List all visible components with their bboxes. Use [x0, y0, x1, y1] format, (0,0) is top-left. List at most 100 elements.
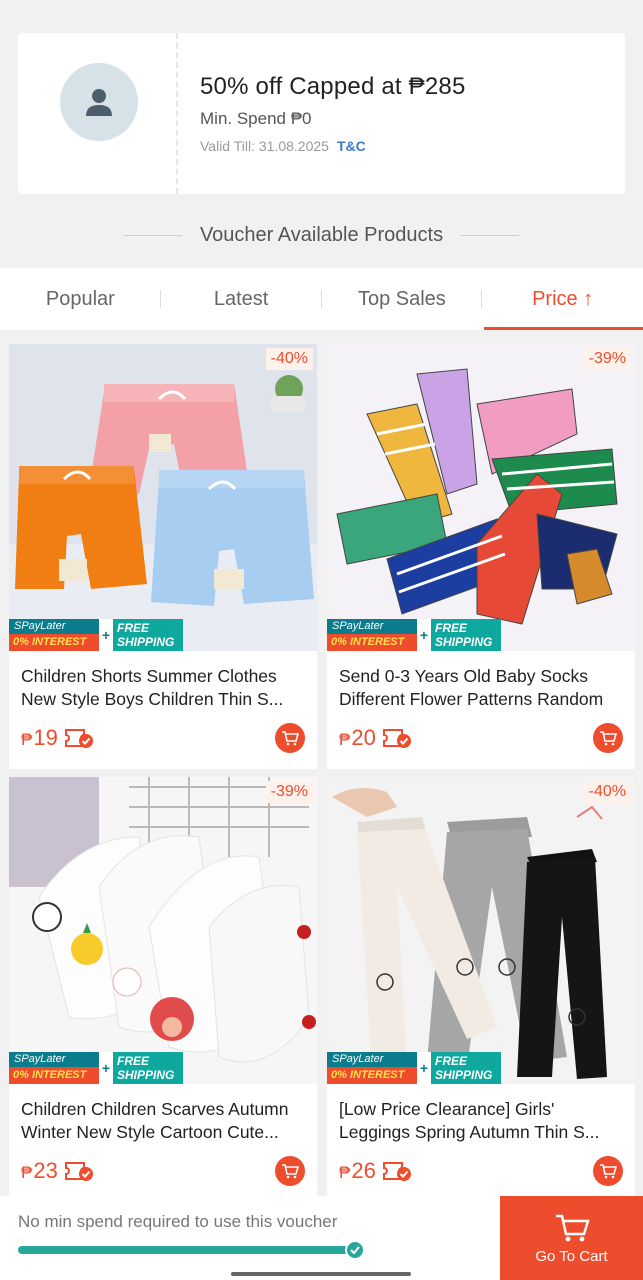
- plus-icon: +: [417, 1052, 431, 1084]
- free-label: FREE: [117, 621, 150, 635]
- divider: [123, 235, 182, 236]
- product-card[interactable]: -39% SPayLater 0% INTEREST + FREE SHIPPING…: [327, 344, 635, 769]
- voucher-icon: [64, 1160, 94, 1182]
- price-value: 19: [33, 725, 58, 750]
- discount-badge: -40%: [265, 348, 313, 370]
- discount-badge: -39%: [265, 781, 313, 803]
- product-name: Children Shorts Summer Clothes New Style…: [9, 651, 317, 715]
- home-indicator[interactable]: [231, 1272, 411, 1276]
- go-to-cart-label: Go To Cart: [535, 1247, 608, 1265]
- product-price: ₱26: [339, 1158, 376, 1184]
- product-card[interactable]: -40% SPayLater 0% INTEREST + FREE SHIPPING…: [9, 344, 317, 769]
- price-value: 23: [33, 1158, 58, 1183]
- spaylater-label: SPayLater: [9, 1052, 99, 1067]
- spaylater-label: SPayLater: [327, 619, 417, 634]
- discount-badge: -40%: [583, 781, 631, 803]
- add-to-cart-button[interactable]: [593, 723, 623, 753]
- cart-icon: [282, 731, 299, 746]
- product-card[interactable]: -40% SPayLater 0% INTEREST + FREE SHIPPING…: [327, 777, 635, 1202]
- section-heading: Voucher Available Products: [0, 224, 643, 247]
- cart-icon: [555, 1214, 590, 1241]
- free-label: FREE: [117, 1054, 150, 1068]
- currency-symbol: ₱: [21, 730, 33, 749]
- cart-icon: [600, 1164, 617, 1179]
- product-image: -40% SPayLater 0% INTEREST + FREE SHIPPING: [9, 344, 317, 651]
- voucher-validity: Valid Till: 31.08.2025 T&C: [200, 138, 466, 154]
- product-name-line: [Low Price Clearance] Girls': [339, 1099, 555, 1119]
- tnc-link[interactable]: T&C: [337, 138, 366, 154]
- plus-icon: +: [99, 619, 113, 651]
- tab-label: Popular: [45, 287, 115, 310]
- voucher-progress-bar: [18, 1246, 358, 1254]
- tab-top-sales[interactable]: Top Sales: [322, 268, 483, 330]
- spaylater-label: SPayLater: [327, 1052, 417, 1067]
- product-image: -39% SPayLater 0% INTEREST + FREE SHIPPING: [9, 777, 317, 1084]
- interest-label: 0% INTEREST: [327, 634, 417, 651]
- check-icon: [345, 1240, 365, 1260]
- plus-icon: +: [417, 619, 431, 651]
- promo-badges: SPayLater 0% INTEREST + FREE SHIPPING: [327, 619, 501, 651]
- product-name-line: Children Shorts Summer Clothes: [21, 666, 277, 686]
- product-price: ₱20: [339, 725, 376, 751]
- voucher-icon: [382, 727, 412, 749]
- free-label: FREE: [435, 1054, 468, 1068]
- product-name: Send 0-3 Years Old Baby Socks Different …: [327, 651, 635, 715]
- voucher-logo-area: [18, 33, 178, 194]
- product-price: ₱23: [21, 1158, 58, 1184]
- tab-latest[interactable]: Latest: [161, 268, 322, 330]
- plus-icon: +: [99, 1052, 113, 1084]
- tab-label: Top Sales: [357, 287, 446, 310]
- discount-badge: -39%: [583, 348, 631, 370]
- voucher-card: 50% off Capped at ₱285 Min. Spend ₱0 Val…: [18, 33, 625, 194]
- price-value: 20: [351, 725, 376, 750]
- voucher-progress-message: No min spend required to use this vouche…: [18, 1212, 338, 1231]
- tab-label: Price ↑: [532, 287, 594, 310]
- product-image: -39% SPayLater 0% INTEREST + FREE SHIPPING: [327, 344, 635, 651]
- currency-symbol: ₱: [339, 730, 351, 749]
- add-to-cart-button[interactable]: [275, 723, 305, 753]
- product-name: [Low Price Clearance] Girls' Leggings Sp…: [327, 1084, 635, 1148]
- add-to-cart-button[interactable]: [275, 1156, 305, 1186]
- product-name-line: Leggings Spring Autumn Thin S...: [339, 1122, 600, 1142]
- interest-label: 0% INTEREST: [9, 1067, 99, 1084]
- divider: [461, 235, 520, 236]
- product-name-line: Winter New Style Cartoon Cute...: [21, 1122, 279, 1142]
- interest-label: 0% INTEREST: [327, 1067, 417, 1084]
- voucher-valid-till: Valid Till: 31.08.2025: [200, 138, 329, 154]
- free-label: FREE: [435, 621, 468, 635]
- shipping-label: SHIPPING: [435, 635, 493, 649]
- promo-badges: SPayLater 0% INTEREST + FREE SHIPPING: [9, 619, 183, 651]
- shipping-label: SHIPPING: [117, 635, 175, 649]
- interest-label: 0% INTEREST: [9, 634, 99, 651]
- product-name-line: Send 0-3 Years Old Baby Socks: [339, 666, 589, 686]
- tab-label: Latest: [213, 287, 269, 310]
- price-value: 26: [351, 1158, 376, 1183]
- currency-symbol: ₱: [21, 1163, 33, 1182]
- promo-badges: SPayLater 0% INTEREST + FREE SHIPPING: [327, 1052, 501, 1084]
- shipping-label: SHIPPING: [117, 1068, 175, 1082]
- user-icon: [86, 89, 112, 116]
- go-to-cart-button[interactable]: Go To Cart: [500, 1196, 643, 1280]
- cart-icon: [282, 1164, 299, 1179]
- section-title: Voucher Available Products: [199, 224, 444, 246]
- product-image: -40% SPayLater 0% INTEREST + FREE SHIPPING: [327, 777, 635, 1084]
- product-price: ₱19: [21, 725, 58, 751]
- voucher-icon: [382, 1160, 412, 1182]
- promo-badges: SPayLater 0% INTEREST + FREE SHIPPING: [9, 1052, 183, 1084]
- product-name: Children Children Scarves Autumn Winter …: [9, 1084, 317, 1148]
- bottom-bar: No min spend required to use this vouche…: [0, 1196, 643, 1280]
- avatar: [60, 63, 138, 141]
- shipping-label: SHIPPING: [435, 1068, 493, 1082]
- spaylater-label: SPayLater: [9, 619, 99, 634]
- product-name-line: New Style Boys Children Thin S...: [21, 689, 284, 709]
- product-card[interactable]: -39% SPayLater 0% INTEREST + FREE SHIPPING…: [9, 777, 317, 1202]
- voucher-min-spend: Min. Spend ₱0: [200, 109, 312, 128]
- product-name-line: Different Flower Patterns Random: [339, 689, 604, 709]
- tab-popular[interactable]: Popular: [0, 268, 161, 330]
- tab-price[interactable]: Price ↑: [482, 268, 643, 330]
- voucher-icon: [64, 727, 94, 749]
- product-grid: -40% SPayLater 0% INTEREST + FREE SHIPPING…: [9, 344, 635, 1202]
- sort-tabs: Popular Latest Top Sales Price ↑: [0, 268, 643, 330]
- add-to-cart-button[interactable]: [593, 1156, 623, 1186]
- voucher-title: 50% off Capped at ₱285: [200, 73, 466, 100]
